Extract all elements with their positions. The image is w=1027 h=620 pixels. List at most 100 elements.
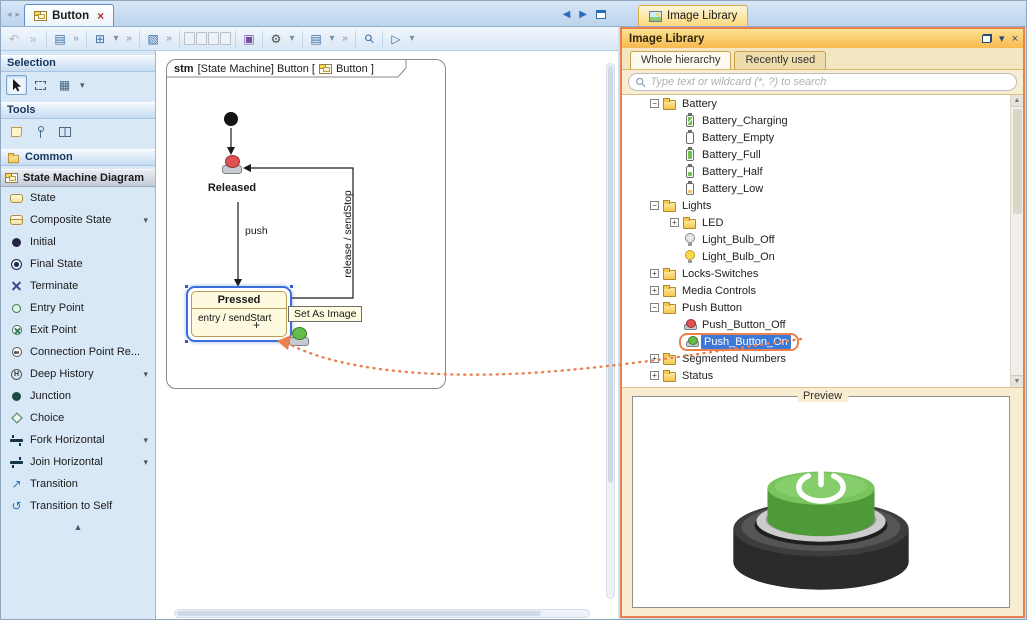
search-icon[interactable]: ⚲ (356, 25, 382, 51)
palette-item-choice[interactable]: Choice (1, 407, 155, 429)
tree-scrollbar-thumb[interactable] (1013, 109, 1022, 214)
search-input[interactable] (651, 76, 1009, 88)
expand-icon[interactable]: + (650, 354, 659, 363)
selection-handle[interactable] (184, 284, 189, 289)
previous-diagram-icon[interactable]: ◀ (563, 9, 571, 20)
toolbar-overflow-icon[interactable]: » (339, 29, 351, 48)
palette-item-composite-state[interactable]: Composite State▾ (1, 209, 155, 231)
tree-item-push-button-on[interactable]: Push_Button_On (622, 333, 1023, 350)
dropdown-caret-icon[interactable]: ▾ (143, 369, 155, 380)
dropdown-caret-icon[interactable]: ▾ (143, 435, 155, 446)
vertical-scrollbar-thumb[interactable] (608, 66, 613, 483)
copy-icon[interactable] (184, 32, 195, 45)
horizontal-scrollbar[interactable] (174, 609, 590, 618)
initial-state-node[interactable] (224, 112, 238, 126)
swimlane-tool-button[interactable] (54, 122, 75, 142)
settings-gear-icon[interactable]: ⚙ (267, 29, 285, 48)
toolbar-overflow-icon[interactable]: » (70, 29, 82, 48)
palette-item-transition[interactable]: ↗Transition (1, 473, 155, 495)
palette-section-selection[interactable]: Selection (1, 55, 155, 72)
undo-icon[interactable]: ↶ (5, 29, 23, 48)
palette-item-final-state[interactable]: Final State (1, 253, 155, 275)
anchor-tool-button[interactable] (30, 122, 51, 142)
released-state-image[interactable] (220, 155, 242, 174)
run-icon[interactable]: ▷ (387, 29, 405, 48)
diagram-canvas[interactable]: stm [State Machine] Button [ Button ] Re… (156, 51, 618, 620)
next-diagram-icon[interactable]: ▶ (579, 9, 587, 20)
dropdown-caret-icon[interactable]: ▾ (326, 29, 338, 48)
collapse-icon[interactable]: − (650, 99, 659, 108)
paste-icon[interactable] (196, 32, 207, 45)
selection-handle[interactable] (289, 284, 294, 289)
palette-item-exit-point[interactable]: Exit Point (1, 319, 155, 341)
pressed-state-selection[interactable]: Pressed entry / sendStart (186, 286, 292, 342)
diagram-hierarchy-icon[interactable]: ⊞ (91, 29, 109, 48)
toolbar-overflow-icon[interactable]: » (163, 29, 175, 48)
tree-item-battery[interactable]: −Battery (622, 95, 1023, 112)
new-diagram-icon[interactable]: ▣ (240, 29, 258, 48)
horizontal-scrollbar-thumb[interactable] (177, 611, 541, 616)
dropdown-caret-icon[interactable]: ▾ (143, 457, 155, 468)
tree-item-push-button-off[interactable]: Push_Button_Off (622, 316, 1023, 333)
tree-scrollbar[interactable]: ▲ ▼ (1010, 95, 1023, 387)
released-state-label[interactable]: Released (192, 182, 272, 194)
expand-icon[interactable]: + (650, 286, 659, 295)
toolbar-overflow-icon[interactable]: » (123, 29, 135, 48)
expand-icon[interactable]: + (650, 371, 659, 380)
minimize-window-icon[interactable]: ▾ (999, 32, 1005, 45)
grid-view-icon[interactable]: ▤ (307, 29, 325, 48)
tab-scroll-right-icon[interactable]: ▸ (14, 9, 23, 26)
palette-item-initial[interactable]: Initial (1, 231, 155, 253)
tab-image-library[interactable]: Image Library (638, 5, 748, 26)
tree-item-lights[interactable]: −Lights (622, 197, 1023, 214)
close-tab-icon[interactable]: × (97, 9, 104, 23)
marquee-selection-button[interactable] (30, 75, 51, 95)
float-window-icon[interactable] (982, 34, 992, 43)
tree-item-locks-switches[interactable]: +Locks-Switches (622, 265, 1023, 282)
palette-section-state-machine-diagram[interactable]: State Machine Diagram (1, 169, 155, 187)
tree-item-battery-charging[interactable]: Battery_Charging (622, 112, 1023, 129)
palette-section-tools[interactable]: Tools (1, 102, 155, 119)
tree-item-battery-low[interactable]: Battery_Low (622, 180, 1023, 197)
dropdown-caret-icon[interactable]: ▾ (143, 215, 155, 226)
containment-tree-icon[interactable]: ▤ (51, 29, 69, 48)
collapse-icon[interactable]: − (650, 303, 659, 312)
palette-item-connection-point-re[interactable]: Connection Point Re... (1, 341, 155, 363)
tree-item-battery-half[interactable]: Battery_Half (622, 163, 1023, 180)
pressed-state-node[interactable]: Pressed entry / sendStart (191, 291, 287, 337)
transition-label-release[interactable]: release / sendStop (342, 168, 354, 300)
collapse-icon[interactable]: − (650, 201, 659, 210)
palette-item-transition-to-self[interactable]: ↺Transition to Self (1, 495, 155, 517)
dropdown-caret-icon[interactable]: ▾ (406, 29, 418, 48)
close-window-icon[interactable]: × (1012, 33, 1018, 45)
dropdown-caret-icon[interactable]: ▾ (286, 29, 298, 48)
scroll-down-icon[interactable]: ▼ (1011, 375, 1023, 387)
tab-recently-used[interactable]: Recently used (734, 51, 826, 69)
expand-icon[interactable]: + (670, 218, 679, 227)
tree-item-battery-empty[interactable]: Battery_Empty (622, 129, 1023, 146)
dragged-push-button-on-image[interactable] (287, 327, 309, 346)
transition-label-push[interactable]: push (245, 225, 268, 237)
tree-item-media-controls[interactable]: +Media Controls (622, 282, 1023, 299)
tab-button-diagram[interactable]: Button × (24, 4, 114, 26)
tree-item-light-bulb-off[interactable]: Light_Bulb_Off (622, 231, 1023, 248)
selection-filter-button[interactable]: ▦ (54, 75, 75, 95)
dropdown-caret-icon[interactable]: ▾ (110, 29, 122, 48)
expand-icon[interactable]: + (650, 269, 659, 278)
palette-item-terminate[interactable]: Terminate (1, 275, 155, 297)
note-tool-button[interactable] (6, 122, 27, 142)
scroll-up-icon[interactable]: ▲ (1011, 95, 1023, 107)
palette-item-junction[interactable]: Junction (1, 385, 155, 407)
tree-item-segmented-numbers[interactable]: +Segmented Numbers (622, 350, 1023, 367)
tree-item-led[interactable]: +LED (622, 214, 1023, 231)
diagram-windows-icon[interactable] (596, 10, 606, 19)
palette-section-common[interactable]: Common (1, 149, 155, 166)
palette-item-state[interactable]: State (1, 187, 155, 209)
tab-whole-hierarchy[interactable]: Whole hierarchy (630, 51, 731, 69)
tree-item-push-button[interactable]: −Push Button (622, 299, 1023, 316)
related-elements-icon[interactable]: ▧ (144, 29, 162, 48)
tab-scroll-left-icon[interactable]: ◂ (5, 9, 14, 26)
selection-handle[interactable] (184, 339, 189, 344)
toolbar-overflow-icon[interactable]: » (24, 29, 42, 48)
vertical-scrollbar[interactable] (606, 63, 615, 599)
